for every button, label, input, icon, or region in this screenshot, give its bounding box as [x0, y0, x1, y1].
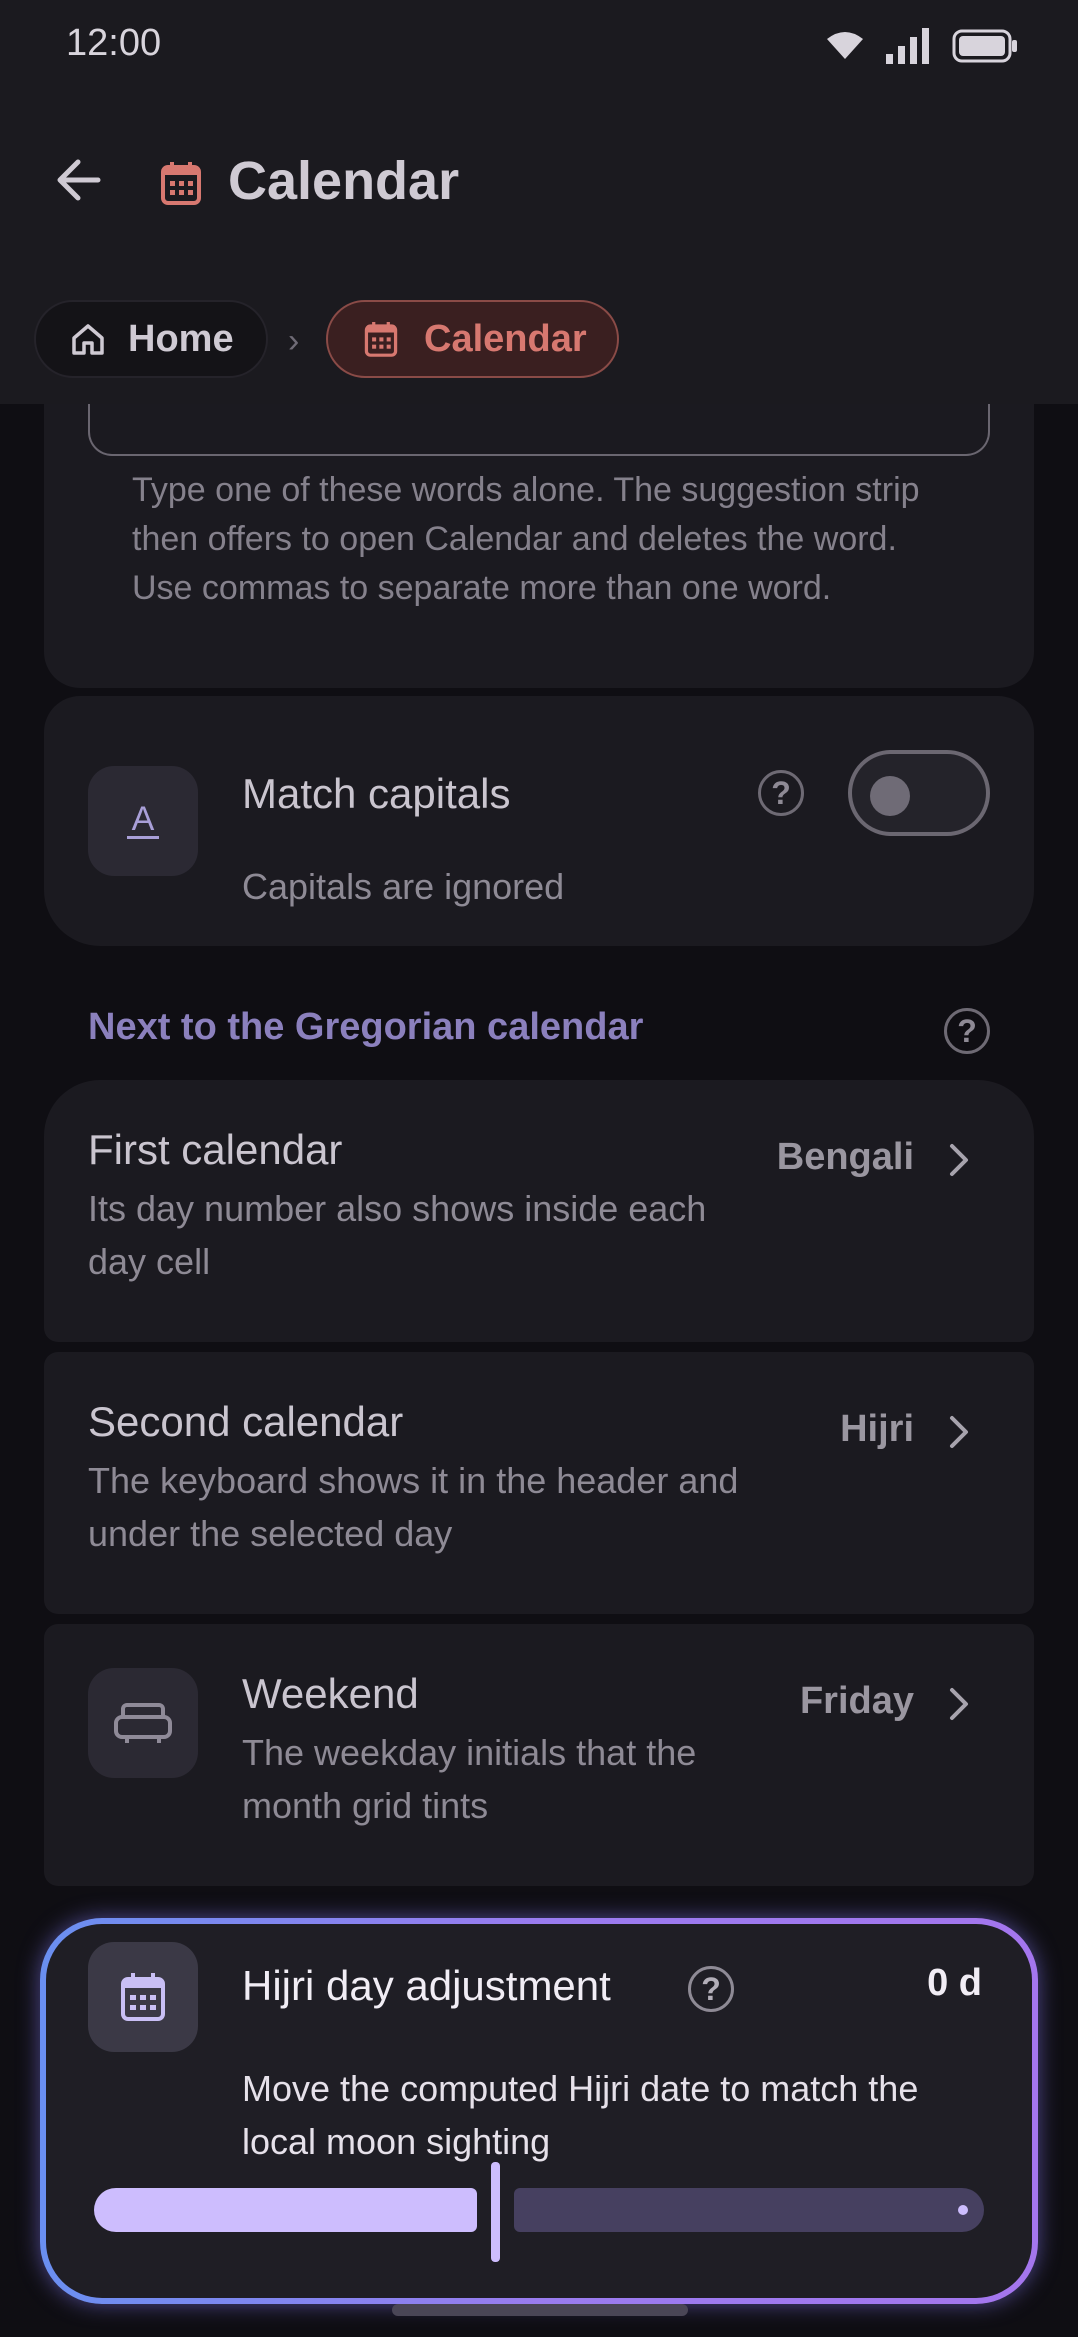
- second-calendar-desc: The keyboard shows it in the header and …: [88, 1460, 739, 1554]
- help-icon[interactable]: ?: [688, 1966, 734, 2012]
- second-calendar-value: Hijri: [840, 1408, 914, 1450]
- chevron-right-icon: [950, 1144, 968, 1176]
- svg-text:A: A: [132, 800, 155, 838]
- first-calendar-desc: Its day number also shows inside each da…: [88, 1188, 707, 1282]
- help-icon[interactable]: ?: [758, 770, 804, 816]
- hijri-adjustment-desc: Move the computed Hijri date to match th…: [242, 2068, 919, 2162]
- match-capitals-title: Match capitals: [242, 770, 511, 817]
- first-calendar-title: First calendar: [88, 1126, 343, 1173]
- weekend-row[interactable]: Weekend The weekday initials that the mo…: [44, 1624, 1034, 1886]
- status-icons: [826, 28, 1018, 64]
- nav-handle: [392, 2304, 688, 2316]
- keyword-help-text: Type one of these words alone. The sugge…: [132, 471, 920, 607]
- back-arrow-icon[interactable]: [50, 150, 110, 210]
- sofa-icon: [88, 1668, 198, 1778]
- page-title: Calendar: [228, 151, 460, 211]
- hijri-adjustment-title: Hijri day adjustment: [242, 1962, 611, 2009]
- second-calendar-title: Second calendar: [88, 1398, 404, 1445]
- match-capitals-toggle[interactable]: [848, 750, 990, 836]
- section-help-icon[interactable]: ?: [944, 1008, 990, 1054]
- home-icon: [72, 324, 104, 355]
- slider-inactive-track: [514, 2188, 984, 2232]
- breadcrumb-current-label: Calendar: [424, 317, 587, 360]
- hijri-adjustment-slider[interactable]: [94, 2162, 984, 2264]
- breadcrumb-home-label: Home: [128, 317, 234, 360]
- signal-icon: [886, 28, 929, 64]
- battery-icon: [952, 29, 1017, 63]
- wifi-icon: [827, 32, 863, 59]
- chevron-right-icon: [950, 1416, 968, 1448]
- weekend-desc: The weekday initials that the month grid…: [242, 1732, 697, 1826]
- app-bar: 12:00 Calendar Home › Calendar: [0, 0, 1078, 404]
- toggle-thumb: [870, 776, 910, 816]
- first-calendar-value: Bengali: [776, 1136, 914, 1178]
- hijri-adjustment-value: 0 d: [927, 1962, 982, 2004]
- calendar-icon: [364, 322, 398, 357]
- breadcrumb-separator-icon: ›: [288, 322, 300, 360]
- first-calendar-row[interactable]: First calendar Its day number also shows…: [44, 1080, 1034, 1342]
- match-capitals-card[interactable]: A Match capitals Capitals are ignored ?: [44, 696, 1034, 946]
- calendar-icon: [88, 1942, 198, 2052]
- case-icon: A: [88, 766, 198, 876]
- slider-end-dot: [958, 2205, 968, 2215]
- slider-handle[interactable]: [491, 2162, 500, 2262]
- hijri-adjustment-card[interactable]: Hijri day adjustment ? 0 d Move the comp…: [40, 1918, 1038, 2304]
- keyword-card: Type one of these words alone. The sugge…: [44, 340, 1034, 688]
- slider-active-track: [94, 2188, 477, 2232]
- section-title: Next to the Gregorian calendar: [88, 1006, 644, 1048]
- chevron-right-icon: [950, 1688, 968, 1720]
- weekend-title: Weekend: [242, 1670, 419, 1717]
- match-capitals-subtitle: Capitals are ignored: [242, 866, 565, 907]
- calendar-icon: [161, 162, 201, 205]
- second-calendar-row[interactable]: Second calendar The keyboard shows it in…: [44, 1352, 1034, 1614]
- weekend-value: Friday: [799, 1680, 914, 1722]
- status-time: 12:00: [66, 22, 162, 64]
- breadcrumb-current[interactable]: Calendar: [326, 300, 619, 378]
- breadcrumb-home[interactable]: Home: [34, 300, 268, 378]
